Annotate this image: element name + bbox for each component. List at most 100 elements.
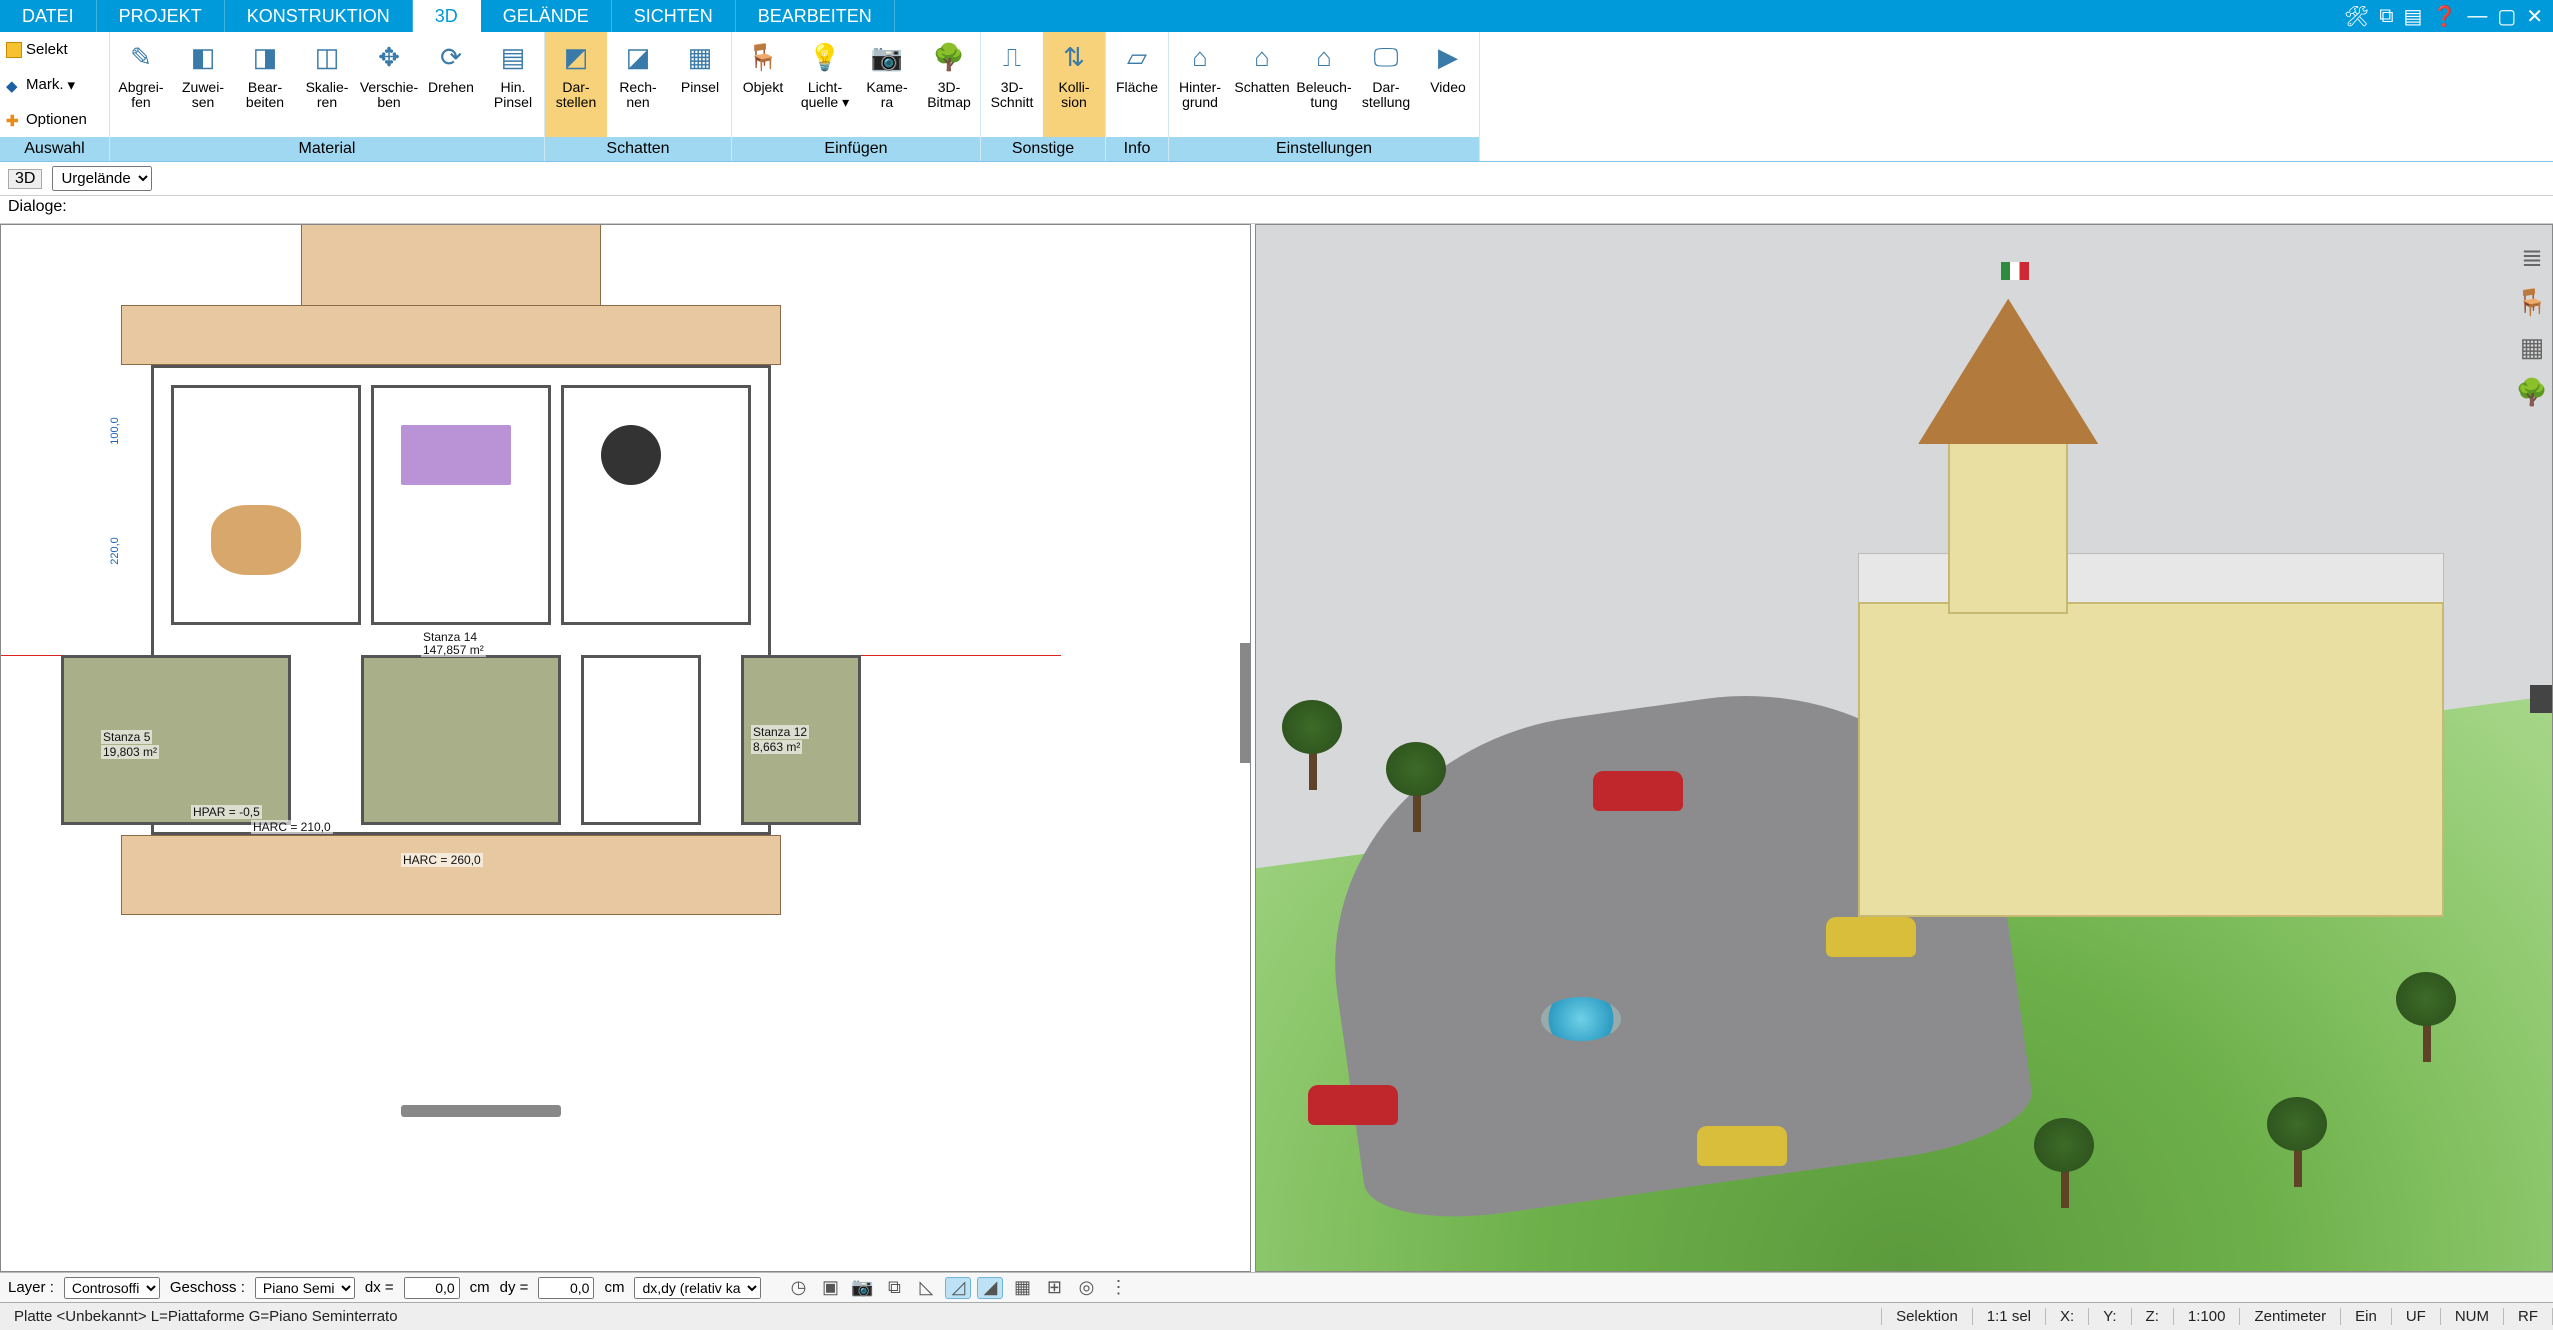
ribbon-schatten2[interactable]: ⌂ Schatten [1231, 32, 1293, 137]
geschoss-select[interactable]: Piano Semi [255, 1277, 355, 1299]
bottom-cam2-icon[interactable]: 📷 [849, 1277, 875, 1299]
select-label: Selekt [26, 41, 68, 58]
terrain-select[interactable]: Urgelände [52, 166, 152, 191]
rstrip-layers-icon[interactable]: ≣ [2521, 242, 2543, 273]
maximize-icon[interactable]: ▢ [2497, 4, 2516, 29]
3dbitmap-label: 3D-Bitmap [927, 80, 971, 111]
layer-select[interactable]: Controsoffi [64, 1277, 160, 1299]
bottom-layers-icon[interactable]: ⧉ [881, 1277, 907, 1299]
ribbon-verschieben[interactable]: ✥Verschie-ben [358, 32, 420, 137]
ribbon-beleuchtung[interactable]: ⌂Beleuch-tung [1293, 32, 1355, 137]
mark-tool[interactable]: Mark. ▾ [0, 67, 109, 102]
furn-rug [211, 505, 301, 575]
status-unit: Zentimeter [2240, 1308, 2341, 1325]
bottom-grid1-icon[interactable]: ▦ [1009, 1277, 1035, 1299]
bottom-grid2-icon[interactable]: ⊞ [1041, 1277, 1067, 1299]
ribbon-3dschnitt[interactable]: ⎍ 3D-Schnitt [981, 32, 1043, 137]
ribbon-hintergrund[interactable]: ⌂Hinter-grund [1169, 32, 1231, 137]
ribbon-flaeche[interactable]: ▱Fläche [1106, 32, 1168, 137]
plan-view-pane[interactable]: Stanza 5 19,803 m² Stanza 12 8,663 m² St… [0, 224, 1251, 1272]
ribbon-kollision[interactable]: ⇅Kolli-sion [1043, 32, 1105, 137]
dy-input[interactable] [538, 1277, 594, 1299]
status-num: NUM [2441, 1308, 2504, 1325]
ribbon-pinsel[interactable]: ▦Pinsel [669, 32, 731, 137]
options-icon [6, 112, 22, 128]
menu-tab-bearbeiten[interactable]: BEARBEITEN [736, 0, 895, 32]
group-info-label: Info [1106, 137, 1168, 161]
3d-view-pane[interactable] [1255, 224, 2553, 1272]
menu-tab-datei[interactable]: DATEI [0, 0, 97, 32]
car-yellow-2 [1697, 1126, 1787, 1166]
lichtquelle-label: Licht-quelle ▾ [801, 80, 849, 111]
dx-input[interactable] [404, 1277, 460, 1299]
ribbon-objekt[interactable]: 🪑Objekt [732, 32, 794, 137]
rstrip-palette-icon[interactable]: ▦ [2520, 332, 2545, 363]
ribbon-kamera[interactable]: 📷Kame-ra [856, 32, 918, 137]
bottom-target-icon[interactable]: ◎ [1073, 1277, 1099, 1299]
bottom-snap3-icon[interactable]: ◢ [977, 1277, 1003, 1299]
close-icon[interactable]: ✕ [2526, 4, 2543, 29]
menu-tab-projekt[interactable]: PROJEKT [97, 0, 225, 32]
bottom-clock-icon[interactable]: ◷ [785, 1277, 811, 1299]
help-icon[interactable]: ❓ [2432, 4, 2457, 29]
abgreifen-label: Abgrei-fen [118, 80, 163, 111]
coord-mode-select[interactable]: dx,dy (relativ ka [634, 1277, 761, 1299]
bottom-snap1-icon[interactable]: ◺ [913, 1277, 939, 1299]
view-mode-badge[interactable]: 3D [8, 169, 42, 189]
settings-icon[interactable]: 🛠 [2344, 4, 2369, 29]
select-tool[interactable]: Selekt [0, 32, 109, 67]
beleuchtung-icon: ⌂ [1302, 38, 1346, 76]
ribbon-bearbeiten[interactable]: ◨Bear-beiten [234, 32, 296, 137]
tree-4 [2267, 1097, 2327, 1187]
harc-b: HARC = 260,0 [401, 853, 483, 867]
ribbon-lichtquelle[interactable]: 💡Licht-quelle ▾ [794, 32, 856, 137]
layers-icon[interactable]: ▤ [2404, 4, 2423, 29]
plan-scroll-x[interactable] [401, 1105, 561, 1117]
group-schatten-label: Schatten [545, 137, 731, 161]
ribbon-abgreifen[interactable]: ✎Abgrei-fen [110, 32, 172, 137]
room-nc [371, 385, 551, 625]
video-icon: ▶ [1426, 38, 1470, 76]
stanza12-area: 8,663 m² [751, 740, 802, 754]
menu-tab-gelände[interactable]: GELÄNDE [481, 0, 612, 32]
car-yellow-1 [1826, 917, 1916, 957]
ribbon-darstellen[interactable]: ◩Dar-stellen [545, 32, 607, 137]
tree-5 [2396, 972, 2456, 1062]
pane-resize-handle[interactable] [2530, 685, 2553, 713]
ribbon-3dbitmap[interactable]: 🌳 3D-Bitmap [918, 32, 980, 137]
ribbon-drehen[interactable]: ⟳Drehen [420, 32, 482, 137]
rstrip-tree-icon[interactable]: 🌳 [2516, 377, 2548, 408]
menu-tab-sichten[interactable]: SICHTEN [612, 0, 736, 32]
options-tool[interactable]: Optionen [0, 102, 109, 137]
zuweisen-icon: ◧ [181, 38, 225, 76]
ribbon-darstellung[interactable]: 🖵Dar-stellung [1355, 32, 1417, 137]
ribbon-video[interactable]: ▶Video [1417, 32, 1479, 137]
status-left: Platte <Unbekannt> L=Piattaforme G=Piano… [0, 1308, 1882, 1325]
bottom-snap2-icon[interactable]: ◿ [945, 1277, 971, 1299]
clone-icon[interactable]: ⧉ [2379, 5, 2393, 28]
bottom-camera-icon[interactable]: ▣ [817, 1277, 843, 1299]
rstrip-chair-icon[interactable]: 🪑 [2516, 287, 2548, 318]
bottom-more-icon[interactable]: ⋮ [1105, 1277, 1131, 1299]
schatten2-label: Schatten [1234, 80, 1289, 95]
menu-tab-3d[interactable]: 3D [413, 0, 481, 32]
status-z: Z: [2132, 1308, 2174, 1325]
bearbeiten-icon: ◨ [243, 38, 287, 76]
options-label: Optionen [26, 111, 87, 128]
ribbon-skalieren[interactable]: ◫Skalie-ren [296, 32, 358, 137]
3dschnitt-icon: ⎍ [990, 38, 1034, 76]
minimize-icon[interactable]: — [2467, 5, 2487, 28]
stanza14-name: Stanza 14 [421, 630, 479, 644]
tree-3 [2034, 1118, 2094, 1208]
stanza5-name: Stanza 5 [101, 730, 152, 744]
ribbon-rechnen[interactable]: ◪Rech-nen [607, 32, 669, 137]
menu-tab-konstruktion[interactable]: KONSTRUKTION [225, 0, 413, 32]
3dschnitt-label: 3D-Schnitt [991, 80, 1034, 111]
skalieren-label: Skalie-ren [306, 80, 349, 111]
mark-dropdown-icon: ▾ [68, 76, 76, 94]
furn-table [401, 425, 511, 485]
schatten2-icon: ⌂ [1240, 38, 1284, 76]
ribbon-zuweisen[interactable]: ◧Zuwei-sen [172, 32, 234, 137]
ribbon-hinpinsel[interactable]: ▤Hin.Pinsel [482, 32, 544, 137]
3dbitmap-icon: 🌳 [927, 38, 971, 76]
